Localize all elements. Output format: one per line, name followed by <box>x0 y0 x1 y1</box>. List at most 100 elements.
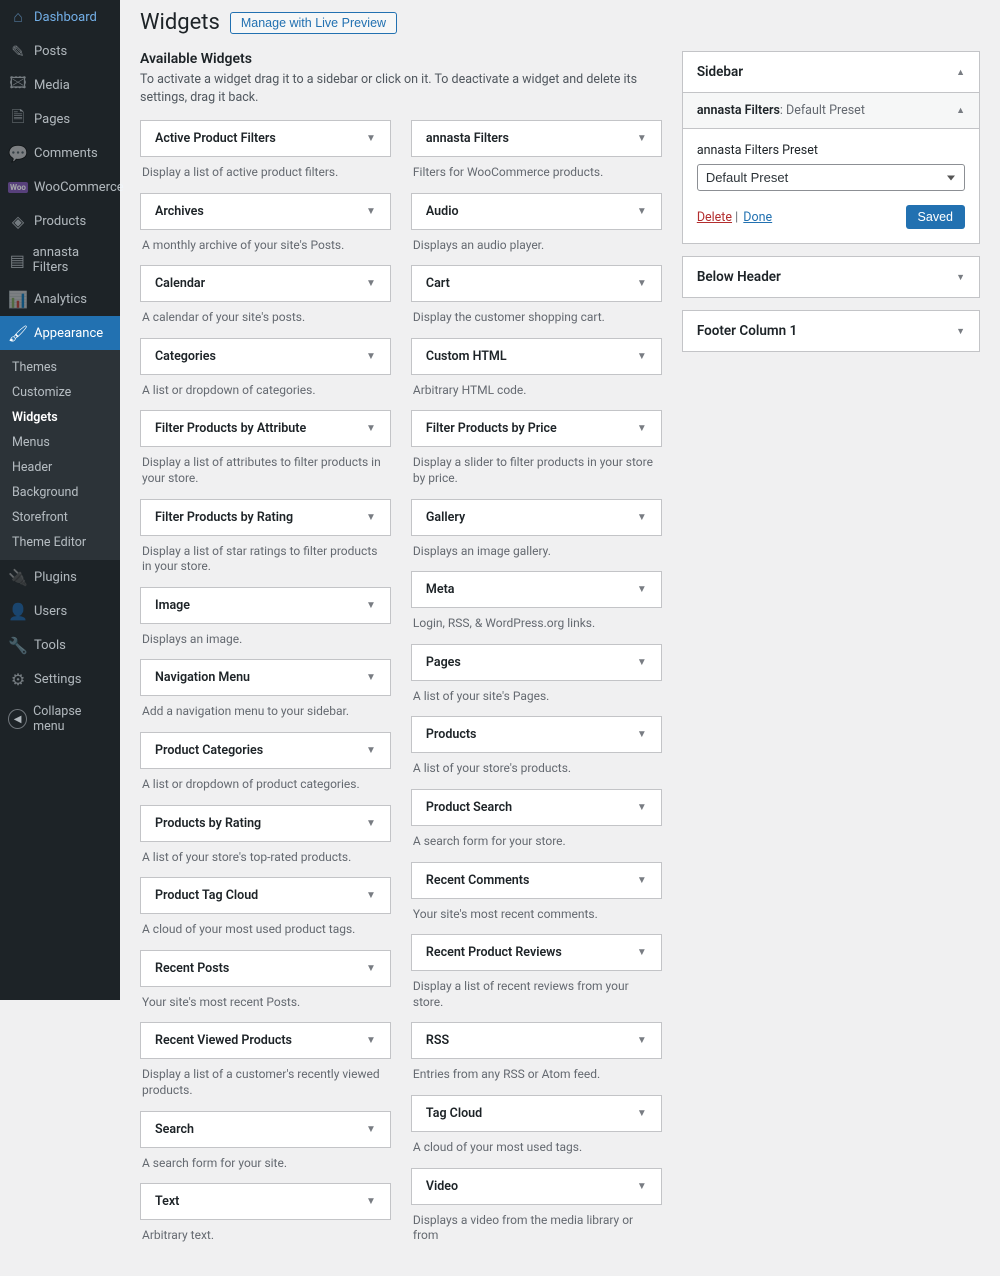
caret-down-icon: ▼ <box>366 1035 376 1046</box>
widget-audio[interactable]: Audio▼ <box>411 193 662 230</box>
widget-search[interactable]: Search▼ <box>140 1111 391 1148</box>
widget-name: Cart <box>426 276 450 291</box>
widget-area-below-header: Below Header ▼ <box>682 256 980 298</box>
widget-meta[interactable]: Meta ▼ <box>411 571 662 608</box>
submenu-item-customize[interactable]: Customize <box>0 380 120 405</box>
sidebar-item-woocommerce[interactable]: WooWooCommerce <box>0 170 120 204</box>
widget-name: Filter Products by Price <box>426 421 557 436</box>
caret-down-icon: ▼ <box>366 600 376 611</box>
delete-link[interactable]: Delete <box>697 210 732 225</box>
media-icon: 🖾 <box>8 75 28 95</box>
sidebar-item-tools[interactable]: 🔧Tools <box>0 628 120 662</box>
widget-name: Meta <box>426 582 455 597</box>
sidebar-item-media[interactable]: 🖾Media <box>0 68 120 102</box>
widget-chooser: Recent Product Reviews▼Display a list of… <box>411 934 662 1012</box>
widget-recent-viewed-products[interactable]: Recent Viewed Products▼ <box>140 1022 391 1059</box>
placed-widget-header[interactable]: annasta Filters: Default Preset ▲ <box>683 93 979 129</box>
widget-products[interactable]: Products▼ <box>411 716 662 753</box>
widget-archives[interactable]: Archives▼ <box>140 193 391 230</box>
widget-navigation-menu[interactable]: Navigation Menu▼ <box>140 659 391 696</box>
widget-video[interactable]: Video▼ <box>411 1168 662 1205</box>
widget-chooser: Audio▼Displays an audio player. <box>411 193 662 256</box>
sidebar-item-label: Tools <box>34 638 66 653</box>
live-preview-button[interactable]: Manage with Live Preview <box>230 12 397 34</box>
widget-categories[interactable]: Categories▼ <box>140 338 391 375</box>
sidebar-item-posts[interactable]: ✎ Posts <box>0 34 120 68</box>
widget-gallery[interactable]: Gallery▼ <box>411 499 662 536</box>
widget-products-by-rating[interactable]: Products by Rating▼ <box>140 805 391 842</box>
sidebar-item-comments[interactable]: 💬Comments <box>0 136 120 170</box>
widget-description: Display a list of active product filters… <box>140 157 391 183</box>
widget-description: Entries from any RSS or Atom feed. <box>411 1059 662 1085</box>
widget-pages[interactable]: Pages▼ <box>411 644 662 681</box>
widget-calendar[interactable]: Calendar▼ <box>140 265 391 302</box>
widget-cart[interactable]: Cart▼ <box>411 265 662 302</box>
caret-down-icon: ▼ <box>637 584 647 595</box>
sidebar-item-appearance[interactable]: 🖌Appearance <box>0 316 120 350</box>
area-header-below-header[interactable]: Below Header ▼ <box>683 257 979 297</box>
caret-down-icon: ▼ <box>637 1035 647 1046</box>
sidebar-item-pages[interactable]: 🗎 Pages <box>0 102 120 136</box>
widget-chooser: Products by Rating▼A list of your store'… <box>140 805 391 868</box>
submenu-item-header[interactable]: Header <box>0 455 120 480</box>
widget-chooser: Recent Posts▼Your site's most recent Pos… <box>140 950 391 1013</box>
dashboard-icon: ⌂ <box>8 7 28 27</box>
area-header-footer-1[interactable]: Footer Column 1 ▼ <box>683 311 979 351</box>
sidebar-item-label: Products <box>34 214 86 229</box>
widget-name: Video <box>426 1179 458 1194</box>
done-link[interactable]: Done <box>743 210 772 225</box>
widget-recent-comments[interactable]: Recent Comments▼ <box>411 862 662 899</box>
widget-description: A search form for your store. <box>411 826 662 852</box>
widget-tag-cloud[interactable]: Tag Cloud▼ <box>411 1095 662 1132</box>
preset-select[interactable]: Default Preset <box>697 164 965 191</box>
widget-name: Tag Cloud <box>426 1106 482 1121</box>
widget-image[interactable]: Image▼ <box>140 587 391 624</box>
widget-product-tag-cloud[interactable]: Product Tag Cloud▼ <box>140 877 391 914</box>
caret-down-icon: ▼ <box>366 351 376 362</box>
pages-icon: 🗎 <box>8 109 28 129</box>
sidebar-item-label: Posts <box>34 44 67 59</box>
submenu-item-themes[interactable]: Themes <box>0 355 120 380</box>
widget-chooser: Meta ▼ Login, RSS, & WordPress.org links. <box>411 571 662 634</box>
saved-button[interactable]: Saved <box>906 205 965 229</box>
submenu-item-menus[interactable]: Menus <box>0 430 120 455</box>
submenu-item-widgets[interactable]: Widgets <box>0 405 120 430</box>
sidebar-item-settings[interactable]: ⚙Settings <box>0 662 120 696</box>
widget-recent-product-reviews[interactable]: Recent Product Reviews▼ <box>411 934 662 971</box>
available-widgets-title: Available Widgets <box>140 51 662 67</box>
widget-custom-html[interactable]: Custom HTML▼ <box>411 338 662 375</box>
widget-product-search[interactable]: Product Search▼ <box>411 789 662 826</box>
widget-filter-products-by-rating[interactable]: Filter Products by Rating▼ <box>140 499 391 536</box>
widget-active-product-filters[interactable]: Active Product Filters▼ <box>140 120 391 157</box>
sidebar-item-analytics[interactable]: 📊Analytics <box>0 282 120 316</box>
caret-down-icon: ▼ <box>366 890 376 901</box>
sidebar-item-label: Settings <box>34 672 81 687</box>
submenu-item-storefront[interactable]: Storefront <box>0 505 120 530</box>
posts-icon: ✎ <box>8 41 28 61</box>
submenu-item-background[interactable]: Background <box>0 480 120 505</box>
caret-down-icon: ▼ <box>366 963 376 974</box>
sidebar-item-label: Dashboard <box>34 10 97 25</box>
widget-description: A calendar of your site's posts. <box>140 302 391 328</box>
submenu-item-theme-editor[interactable]: Theme Editor <box>0 530 120 555</box>
sidebar-item-dashboard[interactable]: ⌂ Dashboard <box>0 0 120 34</box>
sidebar-item-products[interactable]: ◈ Products <box>0 204 120 238</box>
caret-down-icon: ▼ <box>637 657 647 668</box>
sidebar-item-annasta-filters[interactable]: ▤annasta Filters <box>0 238 120 282</box>
widget-name: Calendar <box>155 276 205 291</box>
sidebar-item-users[interactable]: 👤Users <box>0 594 120 628</box>
widget-text[interactable]: Text▼ <box>140 1183 391 1220</box>
widget-filter-products-by-price[interactable]: Filter Products by Price▼ <box>411 410 662 447</box>
area-header-sidebar[interactable]: Sidebar ▲ <box>683 52 979 93</box>
widget-filter-products-by-attribute[interactable]: Filter Products by Attribute▼ <box>140 410 391 447</box>
sidebar-item-plugins[interactable]: 🔌Plugins <box>0 560 120 594</box>
widget-rss[interactable]: RSS▼ <box>411 1022 662 1059</box>
widget-annasta-filters[interactable]: annasta Filters▼ <box>411 120 662 157</box>
widget-chooser: Text▼Arbitrary text. <box>140 1183 391 1246</box>
widget-description: Login, RSS, & WordPress.org links. <box>411 608 662 634</box>
products-icon: ◈ <box>8 211 28 231</box>
widget-recent-posts[interactable]: Recent Posts▼ <box>140 950 391 987</box>
sidebar-item-label: Pages <box>34 112 70 127</box>
widget-product-categories[interactable]: Product Categories▼ <box>140 732 391 769</box>
collapse-menu[interactable]: ◀ Collapse menu <box>0 696 120 742</box>
